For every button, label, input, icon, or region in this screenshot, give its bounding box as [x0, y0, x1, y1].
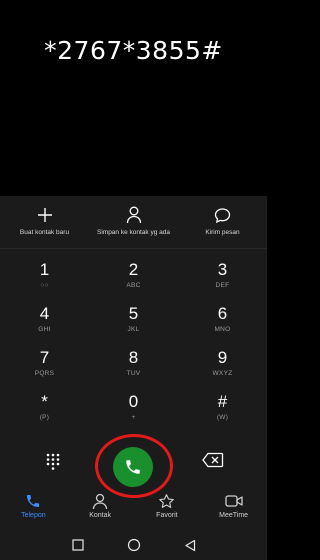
home-button[interactable] — [127, 538, 141, 552]
keypad-row: 1 ○○ 2 ABC 3 DEF — [0, 260, 267, 304]
save-to-existing-contact-button[interactable]: Simpan ke kontak yg ada — [89, 196, 178, 248]
tab-label: Telepon — [21, 512, 46, 519]
key-digit: 0 — [128, 392, 139, 411]
message-icon — [214, 205, 231, 225]
star-icon — [158, 492, 175, 510]
dialed-number: *2767*3855# — [44, 36, 223, 65]
key-9[interactable]: 9 WXYZ — [178, 348, 267, 392]
key-digit: 8 — [128, 348, 139, 367]
back-button[interactable] — [184, 539, 196, 552]
tab-kontak[interactable]: Kontak — [67, 492, 134, 524]
backspace-icon — [202, 452, 224, 468]
key-digit: 9 — [217, 348, 228, 367]
divider — [0, 248, 267, 249]
key-5[interactable]: 5 JKL — [89, 304, 178, 348]
key-8[interactable]: 8 TUV — [89, 348, 178, 392]
key-letters: MNO — [214, 326, 231, 333]
key-digit: 3 — [217, 260, 228, 279]
voicemail-icon: ○○ — [40, 282, 49, 289]
key-digit: * — [41, 392, 48, 411]
key-letters: JKL — [127, 326, 140, 333]
key-digit: # — [217, 392, 228, 411]
quick-actions: Buat kontak baru Simpan ke kontak yg ada… — [0, 196, 267, 248]
send-message-button[interactable]: Kirim pesan — [178, 196, 267, 248]
key-digit: 6 — [217, 304, 228, 323]
phone-icon — [25, 492, 41, 510]
key-digit: 5 — [128, 304, 139, 323]
bottom-navigation: Telepon Kontak Favorit MeeTime — [0, 492, 267, 524]
key-letters: ABC — [126, 282, 141, 289]
hide-keypad-button[interactable] — [44, 452, 62, 470]
key-letters: DEF — [215, 282, 230, 289]
key-letters: GHI — [38, 326, 51, 333]
key-digit: 7 — [39, 348, 50, 367]
tab-meetime[interactable]: MeeTime — [200, 492, 267, 524]
key-1[interactable]: 1 ○○ — [0, 260, 89, 304]
key-letters: + — [131, 414, 136, 421]
dialer-display: *2767*3855# — [0, 0, 267, 196]
send-message-label: Kirim pesan — [205, 229, 240, 236]
recent-apps-button[interactable] — [71, 539, 84, 551]
system-navigation — [0, 530, 267, 560]
call-row — [0, 434, 267, 498]
key-2[interactable]: 2 ABC — [89, 260, 178, 304]
phone-icon — [126, 460, 140, 474]
key-letters: (P) — [39, 414, 50, 421]
contacts-icon — [92, 492, 108, 510]
key-7[interactable]: 7 PQRS — [0, 348, 89, 392]
call-button[interactable] — [113, 447, 153, 487]
key-digit: 4 — [39, 304, 50, 323]
tab-label: Favorit — [156, 512, 178, 519]
keypad: 1 ○○ 2 ABC 3 DEF 4 GHI 5 JKL 6 MNO 7 PQR… — [0, 260, 267, 436]
key-3[interactable]: 3 DEF — [178, 260, 267, 304]
tab-telepon[interactable]: Telepon — [0, 492, 67, 524]
key-0[interactable]: 0 + — [89, 392, 178, 436]
key-digit: 2 — [128, 260, 139, 279]
tab-label: Kontak — [89, 512, 112, 519]
key-letters: PQRS — [34, 370, 55, 377]
plus-icon — [37, 205, 53, 225]
video-icon — [224, 492, 243, 510]
keypad-row: 4 GHI 5 JKL 6 MNO — [0, 304, 267, 348]
backspace-button[interactable] — [202, 452, 224, 470]
new-contact-button[interactable]: Buat kontak baru — [0, 196, 89, 248]
key-4[interactable]: 4 GHI — [0, 304, 89, 348]
key-6[interactable]: 6 MNO — [178, 304, 267, 348]
new-contact-label: Buat kontak baru — [19, 229, 70, 236]
tab-favorit[interactable]: Favorit — [134, 492, 201, 524]
person-icon — [126, 205, 142, 225]
keypad-row: * (P) 0 + # (W) — [0, 392, 267, 436]
key-letters: (W) — [216, 414, 229, 421]
key-hash[interactable]: # (W) — [178, 392, 267, 436]
dialer-panel: Buat kontak baru Simpan ke kontak yg ada… — [0, 196, 267, 560]
keypad-row: 7 PQRS 8 TUV 9 WXYZ — [0, 348, 267, 392]
save-to-existing-label: Simpan ke kontak yg ada — [97, 229, 170, 236]
dialpad-icon — [46, 453, 60, 470]
key-letters: TUV — [126, 370, 141, 377]
key-letters: WXYZ — [212, 370, 233, 377]
key-star[interactable]: * (P) — [0, 392, 89, 436]
tab-label: MeeTime — [219, 512, 249, 519]
key-digit: 1 — [39, 260, 50, 279]
